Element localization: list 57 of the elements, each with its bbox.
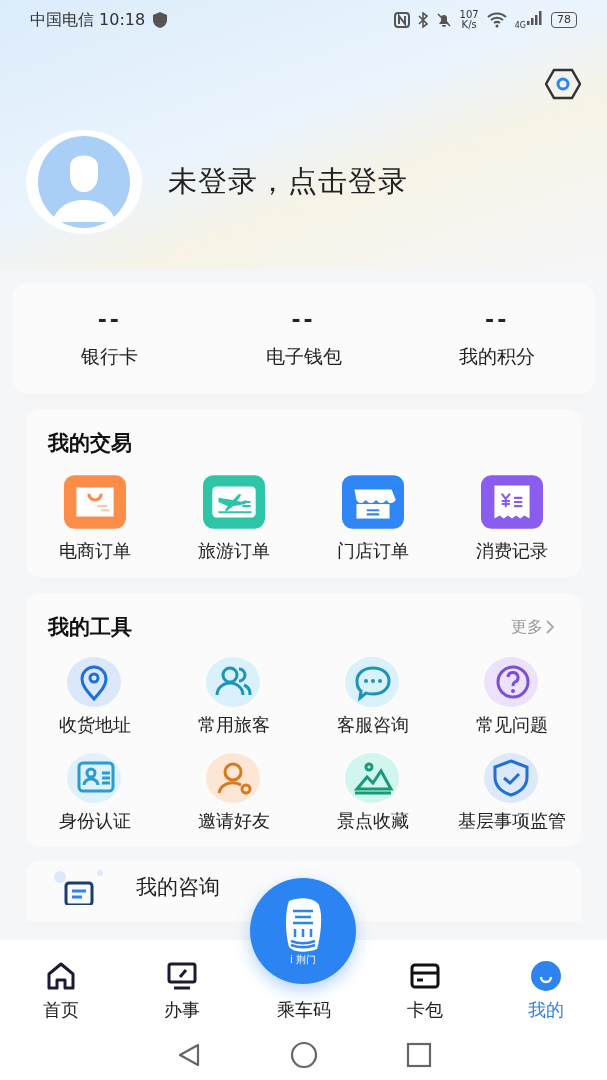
order-shortcut[interactable]: 门店订单	[303, 475, 443, 563]
receipt-icon	[480, 475, 543, 529]
recent-apps-icon[interactable]	[405, 1042, 432, 1068]
stat-value: --	[97, 306, 122, 332]
landscape-icon	[344, 751, 401, 803]
app-logo[interactable]: i 荆门	[250, 878, 356, 984]
shopping-bag-icon	[64, 475, 127, 529]
stat-label[interactable]: 我的积分	[459, 343, 536, 370]
chevron-right-icon	[545, 619, 555, 635]
shield-check-icon	[483, 751, 540, 803]
tool-shortcut[interactable]: 客服咨询	[303, 655, 443, 737]
nav-tab[interactable]: 首页	[0, 952, 122, 1030]
nav-tab[interactable]: 办事	[121, 952, 243, 1030]
order-shortcut[interactable]: 旅游订单	[164, 475, 304, 563]
nav-tab[interactable]: 乘车码	[243, 998, 364, 1030]
nav-tab[interactable]: 卡包	[364, 952, 486, 1030]
tool-shortcut[interactable]: 收货地址	[26, 655, 165, 737]
network-speed: 107 K/s	[459, 10, 479, 30]
stat-label[interactable]: 银行卡	[81, 343, 139, 370]
id-card-icon	[67, 751, 124, 803]
question-icon	[483, 655, 540, 707]
person-add-icon	[206, 751, 263, 803]
tool-shortcut[interactable]: 常用旅客	[164, 655, 304, 737]
carrier-time: 中国电信 10:18	[30, 9, 146, 31]
home-button-icon[interactable]	[289, 1041, 318, 1069]
store-icon	[341, 475, 404, 529]
settings-icon[interactable]	[545, 68, 581, 100]
stat-value: --	[485, 306, 510, 332]
tool-shortcut[interactable]: 身份认证	[26, 751, 165, 833]
consult-title[interactable]: 我的咨询	[136, 873, 220, 901]
people-icon	[206, 655, 263, 707]
nav-tab[interactable]: 我的	[485, 952, 607, 1030]
section-title: 我的工具	[48, 614, 132, 641]
monitor-icon	[166, 960, 199, 992]
nfc-icon	[393, 12, 410, 28]
stat-value: --	[291, 306, 316, 332]
order-shortcut[interactable]: 消费记录	[442, 475, 581, 563]
order-shortcut[interactable]: 电商订单	[26, 475, 165, 563]
plane-ticket-icon	[203, 475, 266, 529]
network-type: 4G	[514, 20, 526, 30]
logo-text: i 荆门	[290, 955, 316, 965]
wifi-icon	[486, 12, 507, 28]
tool-shortcut[interactable]: 基层事项监管	[442, 751, 581, 833]
chat-bubble-icon	[344, 655, 401, 707]
tool-shortcut[interactable]: 常见问题	[442, 655, 581, 737]
location-pin-icon	[67, 655, 124, 707]
bluetooth-icon	[417, 12, 428, 28]
signal-icon	[527, 10, 543, 25]
section-title: 我的交易	[48, 430, 132, 457]
battery-level: 78	[551, 12, 577, 28]
smile-icon	[530, 960, 563, 992]
shield-icon	[153, 12, 168, 28]
bell-muted-icon	[435, 12, 452, 28]
tool-shortcut[interactable]: 景点收藏	[303, 751, 443, 833]
stat-label[interactable]: 电子钱包	[265, 343, 342, 370]
login-prompt[interactable]: 未登录，点击登录	[168, 162, 408, 202]
tool-shortcut[interactable]: 邀请好友	[164, 751, 304, 833]
